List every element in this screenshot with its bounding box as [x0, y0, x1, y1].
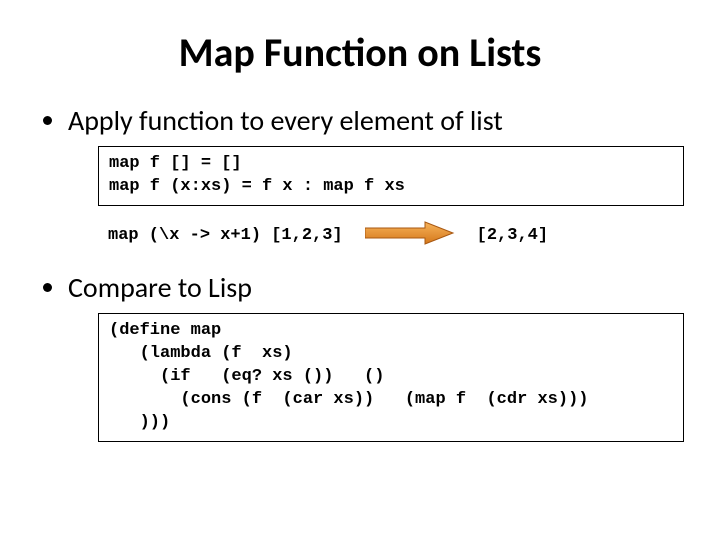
bullet-apply: Apply function to every element of list …	[68, 103, 684, 252]
bullet-list: Apply function to every element of list …	[36, 103, 684, 442]
bullet-text: Compare to Lisp	[68, 270, 252, 305]
eval-output: [2,3,4]	[477, 226, 548, 245]
bullet-text: Apply function to every element of list	[68, 103, 503, 138]
eval-row: map (\x -> x+1) [1,2,3] [2,3,4]	[108, 220, 684, 252]
eval-input: map (\x -> x+1) [1,2,3]	[108, 226, 343, 245]
slide: Map Function on Lists Apply function to …	[0, 0, 720, 442]
bullet-compare: Compare to Lisp (define map (lambda (f x…	[68, 270, 684, 442]
slide-title: Map Function on Lists	[36, 28, 684, 77]
arrow-icon	[365, 220, 455, 252]
code-box-lisp: (define map (lambda (f xs) (if (eq? xs (…	[98, 313, 684, 442]
code-box-haskell: map f [] = [] map f (x:xs) = f x : map f…	[98, 146, 684, 206]
